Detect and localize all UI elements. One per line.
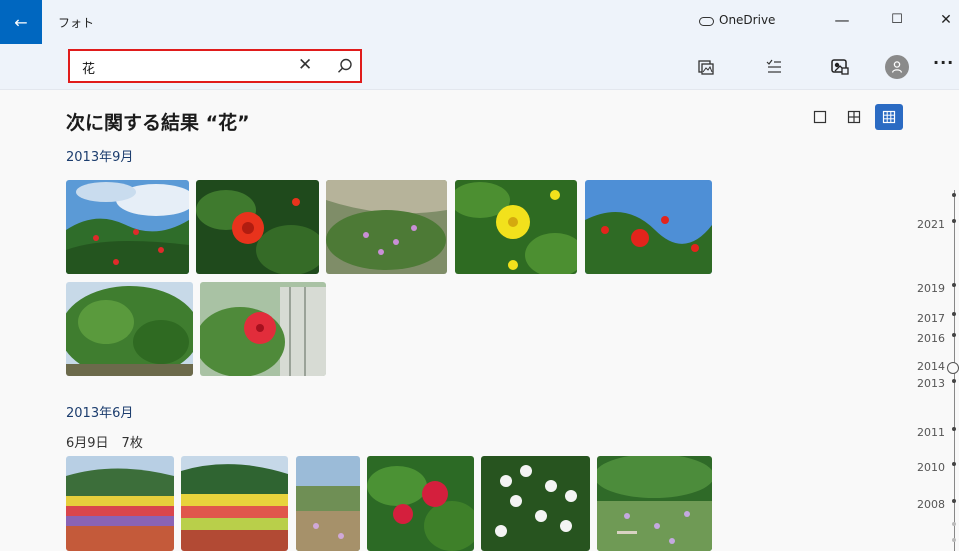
single-view-icon xyxy=(813,110,827,124)
timeline-tick xyxy=(952,219,956,223)
photo-thumbnail[interactable] xyxy=(481,456,590,551)
timeline-year[interactable]: 2017 xyxy=(917,312,945,325)
photo-thumbnail[interactable] xyxy=(326,180,447,274)
photo-image xyxy=(196,180,319,274)
group-subheading: 6月9日 7枚 xyxy=(66,436,143,451)
photo-image xyxy=(367,456,474,551)
photo-image xyxy=(66,456,174,551)
medium-grid-icon xyxy=(847,110,861,124)
toolbar: ✕ ··· xyxy=(0,44,959,90)
back-arrow-icon: ← xyxy=(14,12,28,32)
group-date-sep-2013: 2013年9月 xyxy=(66,150,134,165)
timeline-tick xyxy=(952,522,956,526)
photo-image xyxy=(326,180,447,274)
import-icon[interactable] xyxy=(696,57,716,77)
timeline-tick xyxy=(952,427,956,431)
timeline-year[interactable]: 2013 xyxy=(917,377,945,390)
account-avatar[interactable] xyxy=(885,55,909,79)
photo-thumbnail[interactable] xyxy=(367,456,474,551)
search-box[interactable]: ✕ xyxy=(68,49,362,83)
minimize-button[interactable]: — xyxy=(832,10,852,30)
timeline-tick xyxy=(952,462,956,466)
photo-thumbnail[interactable] xyxy=(296,456,360,551)
timeline-year[interactable]: 2008 xyxy=(917,498,945,511)
timeline-tick xyxy=(952,193,956,197)
account-icon xyxy=(891,61,903,73)
photo-image xyxy=(585,180,712,274)
timeline-tick xyxy=(952,499,956,503)
view-single-button[interactable] xyxy=(806,104,834,130)
timeline-tick xyxy=(952,333,956,337)
timeline-tick xyxy=(952,283,956,287)
timeline-tick xyxy=(952,312,956,316)
photo-image xyxy=(597,456,712,551)
title-bar: ← フォト OneDrive — ☐ ✕ xyxy=(0,0,959,44)
timeline-year-current[interactable]: 2014 xyxy=(917,360,945,373)
maximize-button[interactable]: ☐ xyxy=(887,10,907,30)
back-button[interactable]: ← xyxy=(0,0,42,44)
view-small-grid-button[interactable] xyxy=(875,104,903,130)
timeline-year[interactable]: 2010 xyxy=(917,461,945,474)
timeline-tick xyxy=(952,379,956,383)
timeline-handle[interactable] xyxy=(947,362,959,374)
more-icon[interactable]: ··· xyxy=(933,53,954,72)
photo-image xyxy=(181,456,288,551)
timeline-year[interactable]: 2019 xyxy=(917,282,945,295)
onedrive-status[interactable]: OneDrive xyxy=(697,13,775,27)
photo-thumbnail[interactable] xyxy=(200,282,326,376)
photo-thumbnail[interactable] xyxy=(181,456,288,551)
photo-thumbnail[interactable] xyxy=(585,180,712,274)
timeline-year[interactable]: 2021 xyxy=(917,218,945,231)
photo-image xyxy=(200,282,326,376)
search-icon[interactable] xyxy=(336,57,354,75)
photo-image xyxy=(455,180,577,274)
select-icon[interactable] xyxy=(764,57,784,77)
slideshow-icon[interactable] xyxy=(830,57,850,77)
photo-thumbnail[interactable] xyxy=(597,456,712,551)
view-medium-grid-button[interactable] xyxy=(840,104,868,130)
photo-thumbnail[interactable] xyxy=(455,180,577,274)
photo-image xyxy=(66,282,193,376)
photo-thumbnail[interactable] xyxy=(66,180,189,274)
photo-image xyxy=(481,456,590,551)
photo-image xyxy=(66,180,189,274)
clear-search-icon[interactable]: ✕ xyxy=(298,55,312,75)
cloud-icon xyxy=(697,15,714,26)
photo-thumbnail[interactable] xyxy=(196,180,319,274)
timeline-year[interactable]: 2011 xyxy=(917,426,945,439)
search-input[interactable] xyxy=(82,57,282,77)
small-grid-icon xyxy=(882,110,896,124)
photo-image xyxy=(296,456,360,551)
timeline-tick xyxy=(952,538,956,542)
results-heading: 次に関する結果 “花” xyxy=(66,112,250,134)
close-button[interactable]: ✕ xyxy=(936,10,956,30)
app-title: フォト xyxy=(58,16,95,30)
photo-thumbnail[interactable] xyxy=(66,456,174,551)
timeline-year[interactable]: 2016 xyxy=(917,332,945,345)
photo-thumbnail[interactable] xyxy=(66,282,193,376)
onedrive-label: OneDrive xyxy=(719,13,776,27)
group-date-jun-2013: 2013年6月 xyxy=(66,406,134,421)
